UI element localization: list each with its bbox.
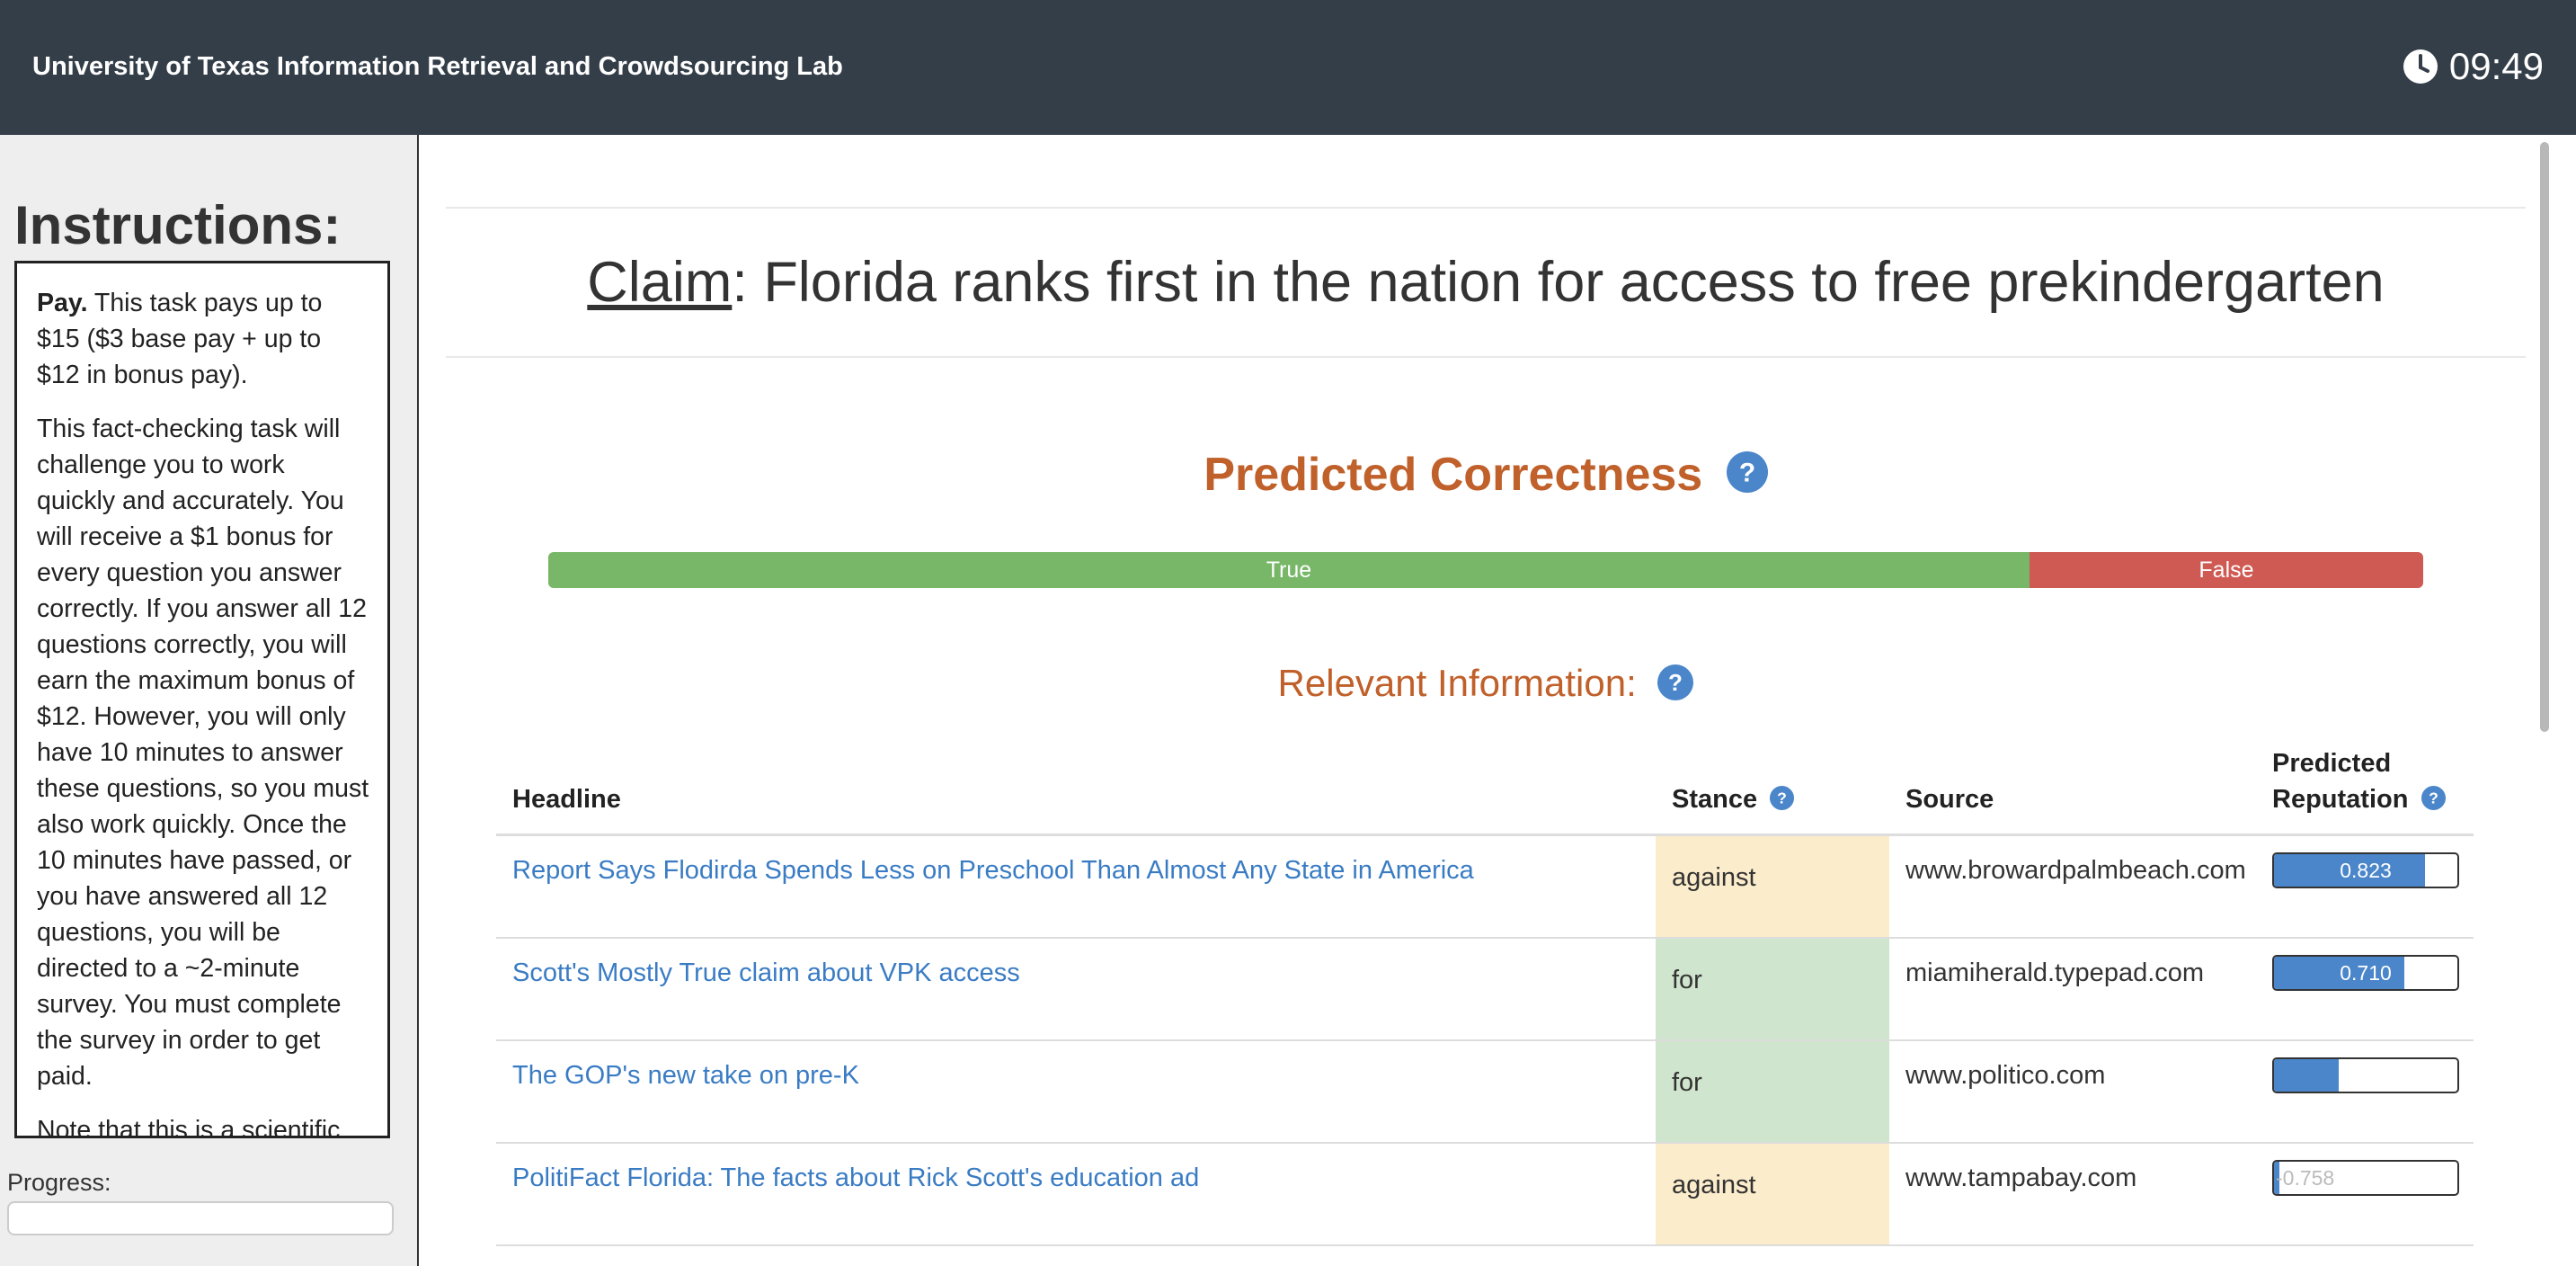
scientific-note: Note that this is a scientific [37,1116,341,1138]
headline-column-header: Headline [512,785,621,814]
headline-link[interactable]: PolitiFact Florida: The facts about Rick… [512,1163,1199,1193]
reputation-bar: 0.823 [2272,852,2459,888]
claim-label: Claim [587,251,733,314]
relevant-information-label: Relevant Information: [1277,662,1637,704]
help-icon[interactable]: ? [1726,451,1768,494]
source-cell: www.tampabay.com [1905,1163,2137,1192]
countdown-timer: 09:49 [2403,45,2544,88]
clock-icon [2403,49,2438,84]
reputation-value: 0.710 [2340,960,2392,985]
reputation-header-line1: Predicted [2272,749,2392,778]
predicted-correctness-label: Predicted Correctness [1204,449,1703,501]
svg-text:?: ? [1739,459,1755,488]
top-navbar: University of Texas Information Retrieva… [0,0,2576,135]
stance-cell: against [1656,836,1889,937]
progress-bar [7,1201,394,1235]
main-content: Claim: Florida ranks first in the nation… [421,135,2526,1266]
false-segment: False [2029,552,2423,588]
reputation-header-line2: Reputation [2272,785,2409,814]
reputation-value: -0.758 [2276,1165,2335,1190]
progress-label: Progress: [7,1169,111,1196]
svg-text:?: ? [1777,789,1787,807]
help-icon[interactable]: ? [1770,785,1795,810]
instructions-box[interactable]: Pay. This task pays up to $15 ($3 base p… [14,261,390,1138]
table-row: Report Says Flodirda Spends Less on Pres… [496,836,2474,939]
predicted-correctness-title: Predicted Correctness ? [446,448,2526,502]
help-icon[interactable]: ? [2421,785,2446,810]
headline-link[interactable]: Scott's Mostly True claim about VPK acce… [512,958,1020,988]
relevant-information-title: Relevant Information: ? [446,662,2526,705]
correctness-bar: True False [548,552,2423,588]
divider [446,356,2526,358]
source-cell: www.politico.com [1905,1061,2106,1090]
stance-cell: for [1656,939,1889,1039]
timer-text: 09:49 [2448,45,2544,87]
table-row: PolitiFact Florida: The facts about Rick… [496,1144,2474,1246]
stance-header-label: Stance [1672,785,1758,814]
help-icon[interactable]: ? [1657,664,1694,700]
svg-text:?: ? [1668,669,1683,696]
table-header: Headline Stance ? Source Predicted Reput… [496,749,2474,836]
task-description: This fact-checking task will challenge y… [37,415,369,1091]
reputation-value: 0.823 [2340,858,2392,882]
reputation-header-line2-wrap: Reputation ? [2272,781,2446,817]
reputation-column-header: Predicted Reputation ? [2272,745,2446,817]
reputation-bar: 0.710 [2272,955,2459,991]
pay-paragraph: Pay. This task pays up to $15 ($3 base p… [37,285,369,393]
table-row: Scott's Mostly True claim about VPK acce… [496,939,2474,1041]
relevant-info-table: Headline Stance ? Source Predicted Reput… [496,749,2474,1246]
reputation-value: 0.352 [2340,1063,2392,1087]
claim-text: : Florida ranks first in the nation for … [732,251,2385,314]
stance-cell: against [1656,1144,1889,1244]
divider [446,207,2526,209]
source-cell: miamiherald.typepad.com [1905,958,2205,987]
source-column-header: Source [1905,785,1994,814]
lab-title: University of Texas Information Retrieva… [32,52,843,81]
claim-heading: Claim: Florida ranks first in the nation… [446,250,2526,315]
scrollbar-thumb[interactable] [2540,142,2549,732]
true-segment: True [548,552,2030,588]
stance-cell: for [1656,1041,1889,1142]
reputation-bar: 0.352 [2272,1057,2459,1093]
pay-label: Pay. [37,289,88,317]
svg-text:?: ? [2429,789,2438,807]
stance-column-header: Stance ? [1672,781,1795,817]
instructions-sidebar: Instructions: Pay. This task pays up to … [0,135,419,1266]
headline-link[interactable]: The GOP's new take on pre-K [512,1061,859,1091]
table-row: The GOP's new take on pre-K for www.poli… [496,1041,2474,1144]
reputation-bar: -0.758 [2272,1160,2459,1196]
headline-link[interactable]: Report Says Flodirda Spends Less on Pres… [512,856,1474,886]
source-cell: www.browardpalmbeach.com [1905,856,2246,885]
instructions-title: Instructions: [14,195,342,255]
